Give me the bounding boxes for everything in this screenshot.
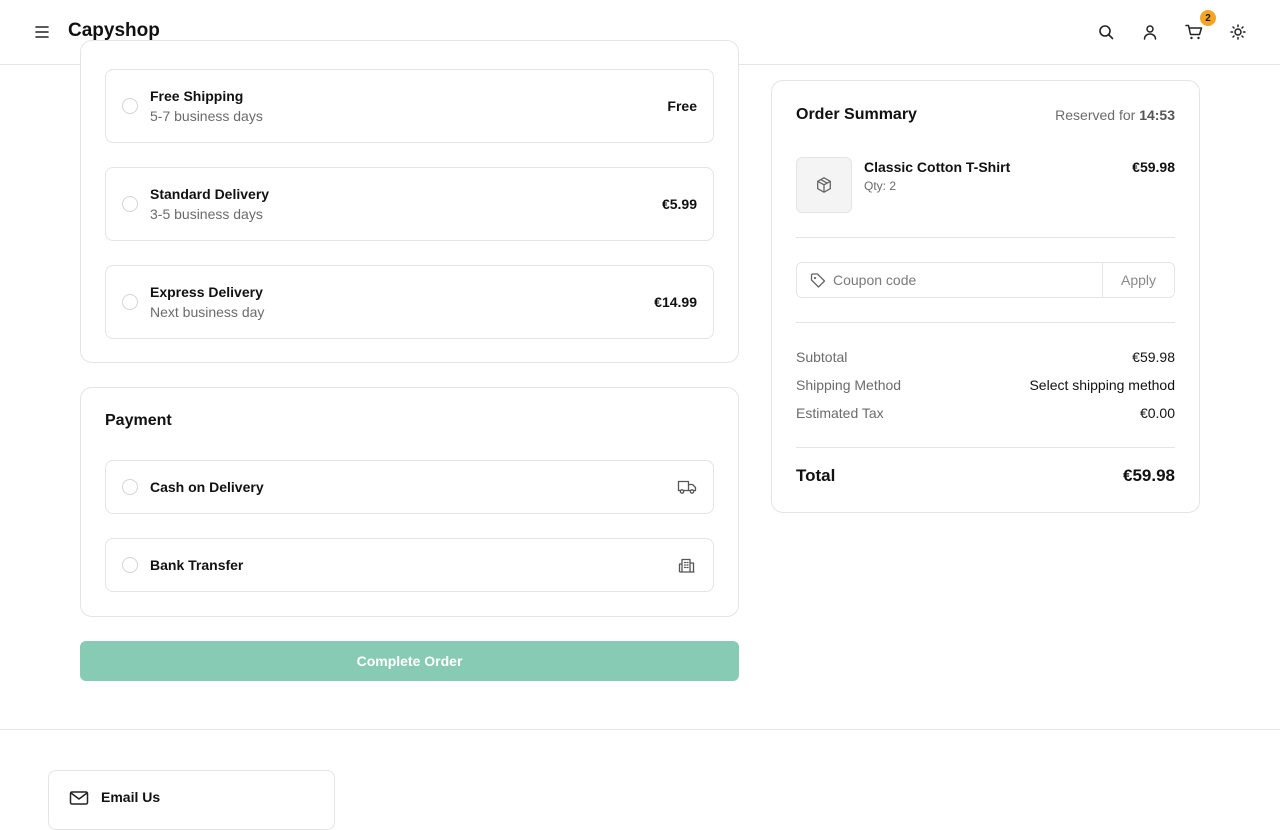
menu-icon[interactable]: [31, 21, 53, 43]
payment-title: Payment: [105, 412, 172, 429]
mail-icon: [69, 790, 89, 806]
payment-card: Payment Cash on Delivery Bank Transfer: [80, 387, 739, 617]
coupon-code-input[interactable]: [797, 263, 1102, 297]
shipping-option-standard[interactable]: Standard Delivery 3-5 business days €5.9…: [105, 167, 714, 241]
shipping-method-row: Shipping Method Select shipping method: [796, 375, 1175, 395]
shipping-option-subtitle: 5-7 business days: [150, 108, 263, 124]
shipping-option-price: Free: [667, 98, 697, 114]
search-icon[interactable]: [1094, 20, 1118, 44]
shipping-option-title: Free Shipping: [150, 88, 244, 104]
reservation-timer: Reserved for 14:53: [1055, 107, 1175, 123]
truck-icon: [677, 477, 697, 497]
order-summary-card: Order Summary Reserved for 14:53 Classic…: [771, 80, 1200, 513]
radio-button[interactable]: [122, 557, 138, 573]
sun-icon[interactable]: [1226, 20, 1250, 44]
subtotal-row: Subtotal €59.98: [796, 347, 1175, 367]
shipping-option-title: Express Delivery: [150, 284, 263, 300]
contact-card-email[interactable]: Email Us: [48, 770, 335, 830]
product-quantity: Qty: 2: [864, 179, 897, 193]
divider: [796, 322, 1175, 323]
product-price: €59.98: [1132, 159, 1175, 175]
radio-button[interactable]: [122, 98, 138, 114]
radio-button[interactable]: [122, 196, 138, 212]
total-value: €59.98: [1123, 466, 1175, 485]
shipping-option-subtitle: Next business day: [150, 304, 265, 320]
shipping-method-card: Free Shipping 5-7 business days Free Sta…: [80, 40, 739, 363]
payment-option-cash[interactable]: Cash on Delivery: [105, 460, 714, 514]
estimated-tax-row: Estimated Tax €0.00: [796, 403, 1175, 423]
user-icon[interactable]: [1138, 20, 1162, 44]
divider: [796, 237, 1175, 238]
apply-coupon-button[interactable]: Apply: [1102, 263, 1174, 297]
coupon-input-wrapper: [797, 263, 1102, 297]
package-icon: [817, 177, 831, 193]
row-value: €59.98: [1132, 349, 1175, 365]
product-thumbnail: [796, 157, 852, 213]
brand-logo[interactable]: Capyshop: [68, 20, 160, 42]
row-value: €0.00: [1139, 405, 1175, 421]
row-label: Subtotal: [796, 349, 848, 365]
shipping-option-price: €5.99: [661, 196, 697, 212]
footer-divider: [0, 729, 1280, 730]
product-name: Classic Cotton T-Shirt: [864, 159, 1011, 175]
coupon-form: Apply: [796, 262, 1175, 298]
reservation-label: Reserved for: [1055, 107, 1136, 123]
order-summary-title: Order Summary: [796, 106, 917, 123]
row-value: Select shipping method: [1029, 377, 1175, 393]
reservation-time: 14:53: [1139, 107, 1175, 123]
cart-count-badge: 2: [1200, 10, 1216, 26]
total-row: Total €59.98: [796, 466, 1175, 486]
shipping-option-subtitle: 3-5 business days: [150, 206, 263, 222]
tag-icon: [809, 272, 827, 290]
payment-option-label: Bank Transfer: [150, 557, 244, 573]
shipping-option-price: €14.99: [654, 294, 697, 310]
radio-button[interactable]: [122, 294, 138, 310]
payment-option-label: Cash on Delivery: [150, 479, 264, 495]
row-label: Shipping Method: [796, 377, 902, 393]
shipping-option-free[interactable]: Free Shipping 5-7 business days Free: [105, 69, 714, 143]
radio-button[interactable]: [122, 479, 138, 495]
row-label: Estimated Tax: [796, 405, 884, 421]
payment-option-bank[interactable]: Bank Transfer: [105, 538, 714, 592]
divider: [796, 447, 1175, 448]
total-label: Total: [796, 466, 836, 485]
building-icon: [677, 555, 697, 575]
shipping-option-title: Standard Delivery: [150, 186, 270, 202]
shipping-option-express[interactable]: Express Delivery Next business day €14.9…: [105, 265, 714, 339]
complete-order-button[interactable]: Complete Order: [80, 641, 739, 681]
contact-title: Email Us: [101, 789, 161, 805]
